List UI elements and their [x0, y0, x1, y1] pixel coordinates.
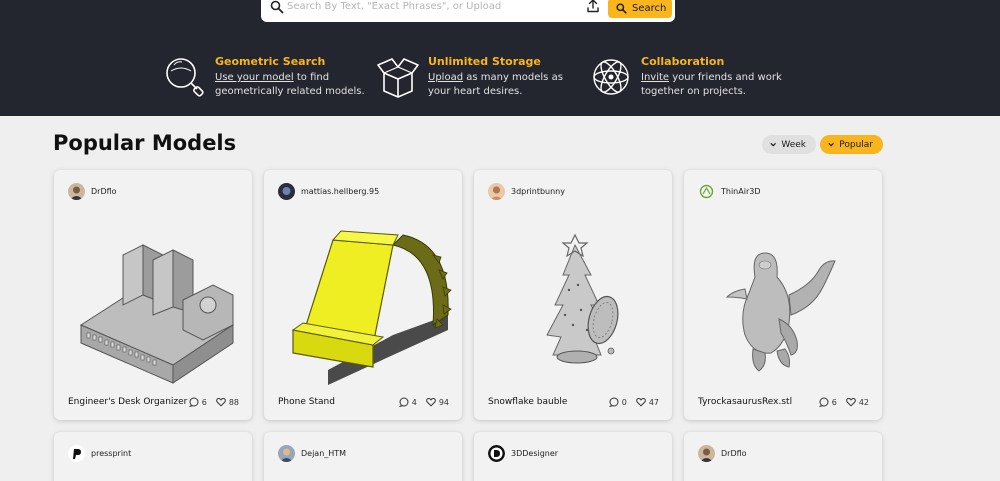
model-card[interactable]: DrDflo Engineer's Desk Organizer 6 88 — [54, 170, 252, 420]
username[interactable]: DrDflo — [721, 449, 747, 458]
model-card[interactable]: Dejan_HTM — [264, 432, 462, 481]
stats: 4 94 — [398, 397, 449, 407]
feature-description: Upload as many models as your heart desi… — [428, 71, 578, 99]
stats: 0 47 — [608, 397, 659, 407]
magnifier-sphere-icon — [166, 58, 204, 97]
username[interactable]: 3DDesigner — [511, 449, 558, 458]
feature-geometric-search: Geometric Search Use your model to find … — [163, 55, 365, 105]
model-preview[interactable] — [63, 215, 243, 385]
search-bar: Search — [261, 0, 675, 22]
model-preview[interactable] — [273, 215, 453, 385]
username[interactable]: Dejan_HTM — [301, 449, 346, 458]
model-card[interactable]: mattias.hellberg.95 Phone Stand 4 94 — [264, 170, 462, 420]
chevron-down-icon — [770, 142, 776, 147]
stats: 6 88 — [188, 397, 239, 407]
comments-value: 0 — [621, 397, 627, 407]
feature-title: Geometric Search — [215, 55, 326, 68]
model-card[interactable]: pressprint — [54, 432, 252, 481]
open-box-icon — [377, 58, 419, 98]
likes-count[interactable]: 42 — [845, 397, 869, 407]
search-button[interactable]: Search — [608, 0, 672, 18]
heart-icon — [425, 397, 436, 407]
filter-week-label: Week — [781, 139, 806, 150]
model-card[interactable]: 3DDesigner — [474, 432, 672, 481]
feature-title: Collaboration — [641, 55, 725, 68]
username[interactable]: ThinAir3D — [721, 187, 760, 196]
likes-count[interactable]: 88 — [215, 397, 239, 407]
comment-icon — [818, 397, 829, 407]
heart-icon — [845, 397, 856, 407]
avatar[interactable] — [278, 183, 295, 200]
filter-week-button[interactable]: Week — [762, 135, 816, 154]
comments-count[interactable]: 6 — [188, 397, 207, 407]
comment-icon — [608, 397, 619, 407]
feature-description: Invite your friends and work together on… — [641, 71, 791, 99]
upload-icon[interactable] — [587, 0, 599, 13]
feature-unlimited-storage: Unlimited Storage Upload as many models … — [376, 55, 576, 105]
model-name[interactable]: TyrockasaurusRex.stl — [698, 397, 792, 407]
likes-value: 47 — [648, 397, 659, 407]
username[interactable]: 3dprintbunny — [511, 187, 565, 196]
model-card[interactable]: ThinAir3D TyrockasaurusRex.stl 6 42 — [684, 170, 882, 420]
model-name[interactable]: Engineer's Desk Organizer — [68, 397, 187, 407]
heart-icon — [215, 397, 226, 407]
model-name[interactable]: Snowflake bauble — [488, 397, 567, 407]
page-title: Popular Models — [53, 131, 237, 155]
likes-count[interactable]: 47 — [635, 397, 659, 407]
search-input[interactable] — [287, 0, 587, 16]
model-name[interactable]: Phone Stand — [278, 397, 335, 407]
model-preview[interactable] — [483, 215, 663, 385]
avatar[interactable] — [68, 445, 85, 462]
invite-link[interactable]: Invite — [641, 72, 669, 83]
model-card[interactable]: 3dprintbunny Snowflake bauble 0 47 — [474, 170, 672, 420]
comment-icon — [398, 397, 409, 407]
chevron-down-icon — [828, 142, 834, 147]
upload-link[interactable]: Upload — [428, 72, 463, 83]
avatar[interactable] — [488, 183, 505, 200]
heart-icon — [635, 397, 646, 407]
username[interactable]: pressprint — [91, 449, 131, 458]
comments-value: 4 — [411, 397, 417, 407]
comments-count[interactable]: 6 — [818, 397, 837, 407]
avatar[interactable] — [488, 445, 505, 462]
model-preview[interactable] — [693, 215, 873, 385]
avatar[interactable] — [68, 183, 85, 200]
comments-value: 6 — [201, 397, 207, 407]
use-your-model-link[interactable]: Use your model — [215, 72, 294, 83]
comments-value: 6 — [831, 397, 837, 407]
comments-count[interactable]: 4 — [398, 397, 417, 407]
username[interactable]: DrDflo — [91, 187, 117, 196]
search-button-label: Search — [632, 2, 667, 14]
feature-description: Use your model to find geometrically rel… — [215, 71, 365, 99]
feature-title: Unlimited Storage — [428, 55, 541, 68]
avatar[interactable] — [278, 445, 295, 462]
comments-count[interactable]: 0 — [608, 397, 627, 407]
filter-popular-button[interactable]: Popular — [820, 135, 883, 154]
likes-value: 94 — [438, 397, 449, 407]
avatar[interactable] — [698, 445, 715, 462]
model-card[interactable]: DrDflo — [684, 432, 882, 481]
stats: 6 42 — [818, 397, 869, 407]
search-icon — [270, 0, 284, 14]
filter-popular-label: Popular — [839, 139, 873, 150]
likes-count[interactable]: 94 — [425, 397, 449, 407]
search-button-icon — [616, 2, 627, 14]
comment-icon — [188, 397, 199, 407]
feature-collaboration: Collaboration Invite your friends and wo… — [589, 55, 789, 105]
likes-value: 42 — [858, 397, 869, 407]
avatar[interactable] — [698, 183, 715, 200]
username[interactable]: mattias.hellberg.95 — [301, 187, 379, 196]
atom-icon — [593, 59, 629, 95]
hero-banner: Search Geometric Search Use your model t… — [0, 0, 1000, 116]
likes-value: 88 — [228, 397, 239, 407]
